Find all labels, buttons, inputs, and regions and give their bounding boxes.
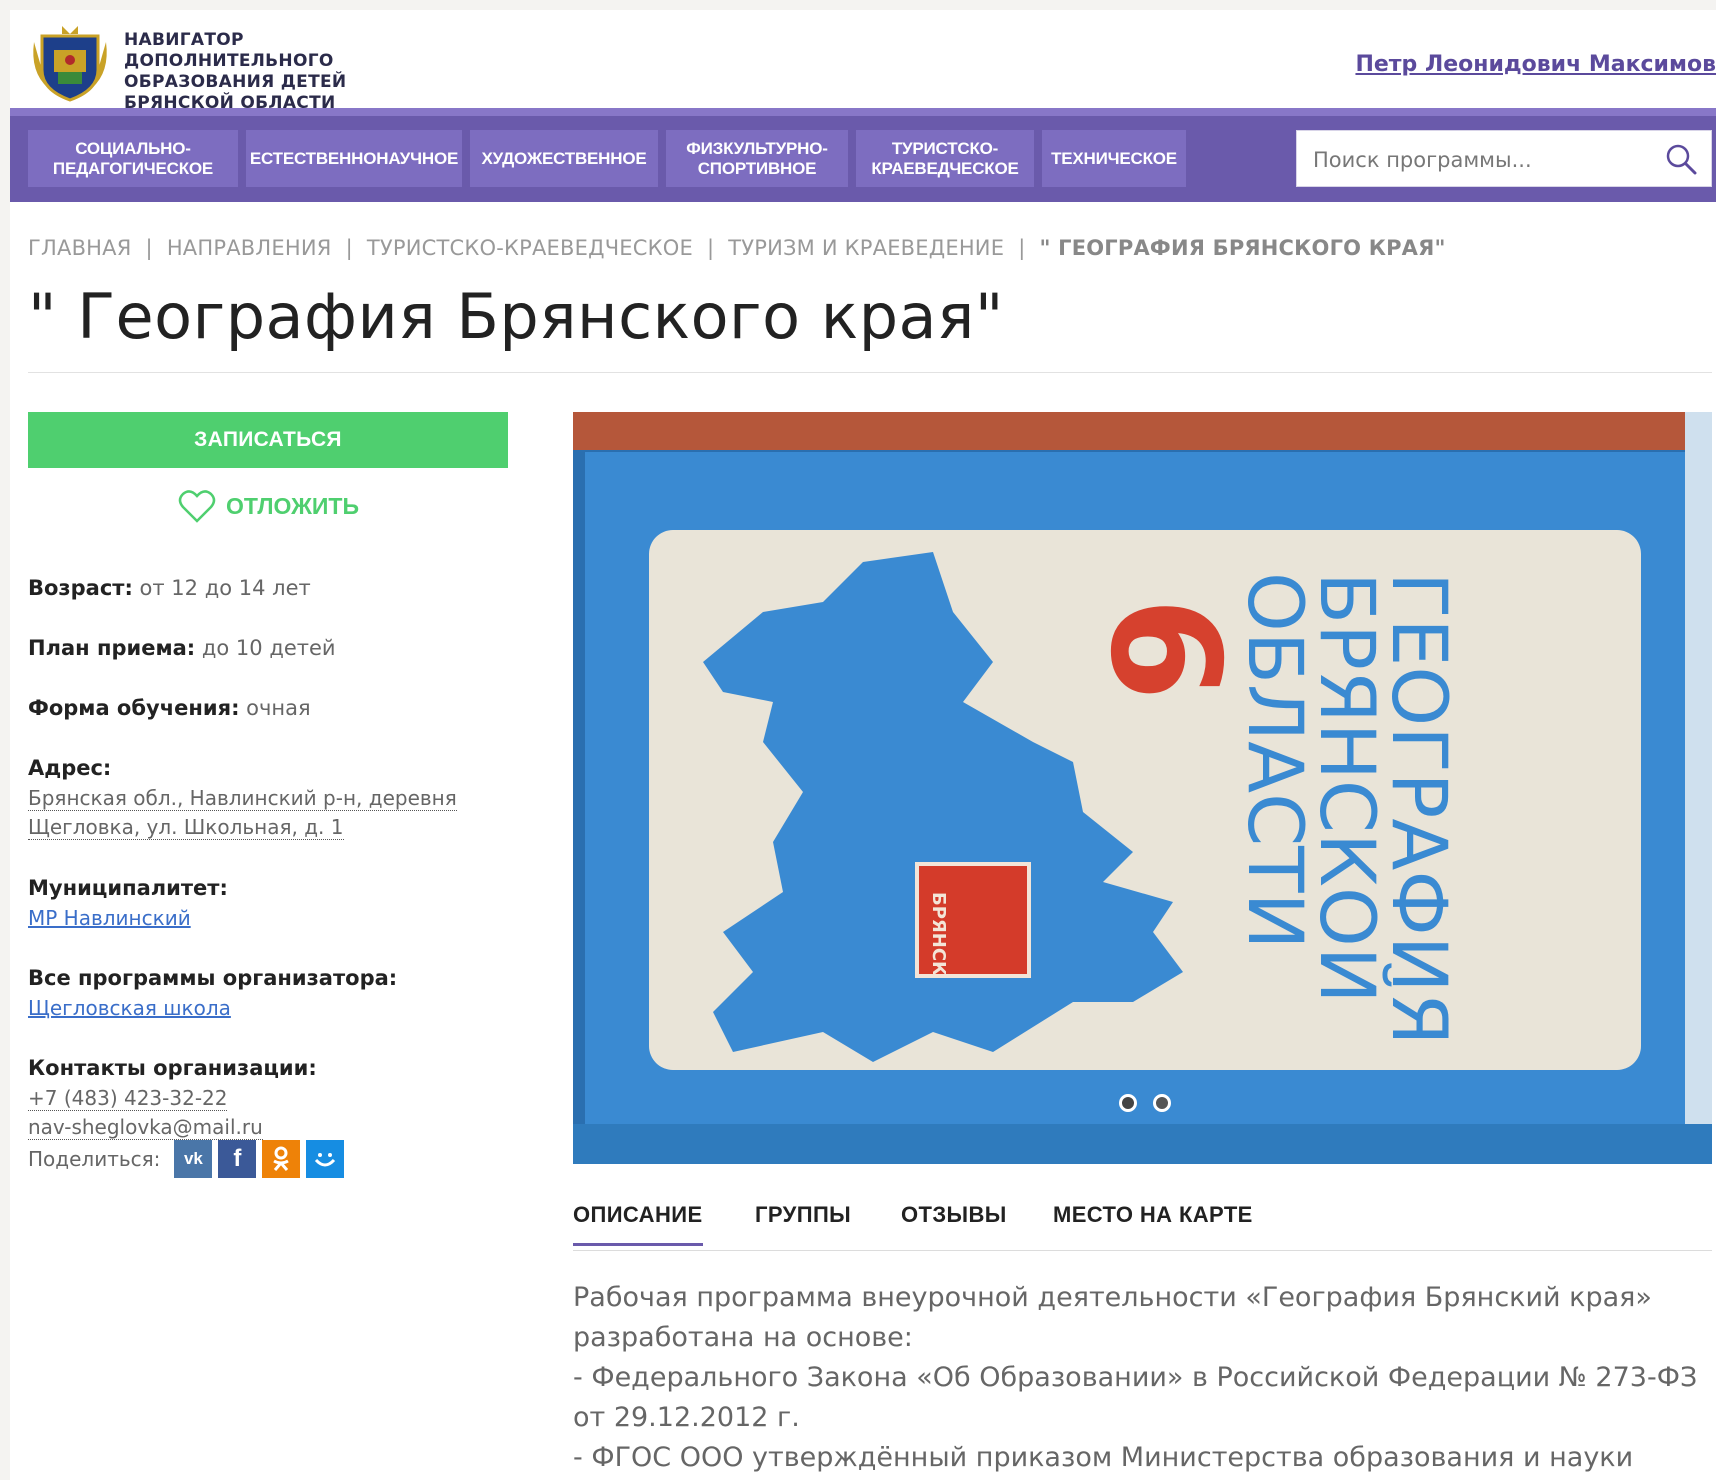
postpone-label: ОТЛОЖИТЬ	[226, 492, 359, 519]
description-line: - ФГОС ООО утверждённый приказом Министе…	[573, 1442, 1634, 1473]
site-title[interactable]: Навигатор дополнительного образования де…	[124, 30, 444, 114]
grade-number: 6	[1077, 597, 1251, 701]
main-navigation: Социально-педагогическое Естественнонауч…	[10, 108, 1716, 202]
page-title: " География Брянского края"	[28, 280, 1004, 353]
share-bar: Поделиться: vk f	[28, 1140, 345, 1178]
facebook-share-icon[interactable]: f	[218, 1140, 257, 1178]
signup-button[interactable]: ЗАПИСАТЬСЯ	[28, 412, 508, 468]
program-tabs: ОПИСАНИЕ ГРУППЫ ОТЗЫВЫ МЕСТО НА КАРТЕ	[573, 1194, 1712, 1251]
study-form-label: Форма обучения:	[28, 696, 240, 720]
tab-description[interactable]: ОПИСАНИЕ	[573, 1202, 703, 1246]
tab-groups[interactable]: ГРУППЫ	[755, 1202, 851, 1228]
mailru-share-icon[interactable]	[306, 1140, 345, 1178]
site-header: Навигатор дополнительного образования де…	[10, 10, 1716, 113]
description-line: - Федерального Закона «Об Образовании» в…	[573, 1362, 1698, 1393]
heart-icon	[178, 490, 216, 523]
share-label: Поделиться:	[28, 1147, 161, 1171]
search-icon[interactable]	[1665, 143, 1697, 175]
address-value[interactable]: Брянская обл., Навлинский р-н, деревня Щ…	[28, 784, 457, 842]
breadcrumb-separator: |	[706, 236, 715, 260]
study-form-info: Форма обучения: очная	[28, 696, 311, 720]
tab-reviews[interactable]: ОТЗЫВЫ	[901, 1202, 1007, 1228]
title-divider	[28, 372, 1712, 373]
enrollment-plan-info: План приема: до 10 детей	[28, 636, 336, 660]
organizer-label: Все программы организатора:	[28, 966, 398, 990]
email-address[interactable]: nav-sheglovka@mail.ru	[28, 1115, 263, 1140]
plan-label: План приема:	[28, 636, 196, 660]
tab-map-location[interactable]: МЕСТО НА КАРТЕ	[1053, 1202, 1253, 1228]
breadcrumb-separator: |	[145, 236, 153, 260]
organizer-link[interactable]: Щегловская школа	[28, 994, 231, 1023]
breadcrumb-separator: |	[345, 236, 353, 260]
plan-value: до 10 детей	[201, 636, 336, 660]
program-description: Рабочая программа внеурочной деятельност…	[573, 1278, 1712, 1478]
nav-item-technical[interactable]: Техническое	[1042, 130, 1186, 187]
breadcrumb-tourism-subcategory[interactable]: ТУРИЗМ И КРАЕВЕДЕНИЕ	[728, 236, 1004, 260]
odnoklassniki-share-icon[interactable]	[262, 1140, 301, 1178]
breadcrumb-separator: |	[1018, 236, 1026, 260]
phone-number[interactable]: +7 (483) 423-32-22	[28, 1086, 228, 1111]
description-line: Рабочая программа внеурочной деятельност…	[573, 1282, 1652, 1313]
breadcrumb: ГЛАВНАЯ | НАПРАВЛЕНИЯ | ТУРИСТСКО-КРАЕВЕДЧЕС…	[28, 236, 1446, 260]
search-input[interactable]	[1311, 131, 1645, 188]
page: Навигатор дополнительного образования де…	[10, 10, 1716, 1480]
nav-item-sports[interactable]: Физкультурно-спортивное	[666, 130, 848, 187]
description-line: от 29.12.2012 г.	[573, 1402, 800, 1433]
emblem-text: БРЯНСК	[928, 892, 949, 976]
municipality-link[interactable]: МР Навлинский	[28, 904, 191, 933]
age-label: Возраст:	[28, 576, 133, 600]
nav-item-natural-science[interactable]: Естественнонаучное	[246, 130, 462, 187]
contacts-value: +7 (483) 423-32-22 nav-sheglovka@mail.ru	[28, 1084, 263, 1142]
breadcrumb-home[interactable]: ГЛАВНАЯ	[28, 236, 132, 260]
book-cover-image: БРЯНСК 6 ГЕОГРАФИЯ БРЯНСКОЙ ОБЛАСТИ	[573, 412, 1712, 1164]
address-line-2[interactable]: Щегловка, ул. Школьная, д. 1	[28, 815, 344, 840]
nav-item-art[interactable]: Художественное	[470, 130, 658, 187]
age-value: от 12 до 14 лет	[139, 576, 311, 600]
study-form-value: очная	[246, 696, 311, 720]
nav-item-tourism[interactable]: Туристско-краеведческое	[856, 130, 1034, 187]
address-line-1[interactable]: Брянская обл., Навлинский р-н, деревня	[28, 786, 457, 811]
book-title-line-3: ОБЛАСТИ	[1231, 572, 1320, 949]
municipality-label: Муниципалитет:	[28, 876, 228, 900]
contacts-label: Контакты организации:	[28, 1056, 317, 1080]
vk-share-icon[interactable]: vk	[174, 1140, 213, 1178]
age-info: Возраст: от 12 до 14 лет	[28, 576, 311, 600]
nav-item-social-pedagogical[interactable]: Социально-педагогическое	[28, 130, 238, 187]
breadcrumb-current: " ГЕОГРАФИЯ БРЯНСКОГО КРАЯ"	[1039, 236, 1446, 260]
description-line: разработана на основе:	[573, 1322, 913, 1353]
postpone-button[interactable]: ОТЛОЖИТЬ	[178, 486, 359, 526]
user-profile-link[interactable]: Петр Леонидович Максимов	[1355, 52, 1716, 77]
breadcrumb-tourism-category[interactable]: ТУРИСТСКО-КРАЕВЕДЧЕСКОЕ	[367, 236, 693, 260]
address-label: Адрес:	[28, 756, 112, 780]
slide-dot-1[interactable]	[1119, 1094, 1137, 1112]
slide-dot-2[interactable]	[1153, 1094, 1171, 1112]
region-coat-of-arms-logo[interactable]	[28, 22, 112, 102]
program-search	[1296, 130, 1712, 188]
program-image-gallery[interactable]: БРЯНСК 6 ГЕОГРАФИЯ БРЯНСКОЙ ОБЛАСТИ	[573, 412, 1712, 1164]
breadcrumb-directions[interactable]: НАПРАВЛЕНИЯ	[167, 236, 332, 260]
